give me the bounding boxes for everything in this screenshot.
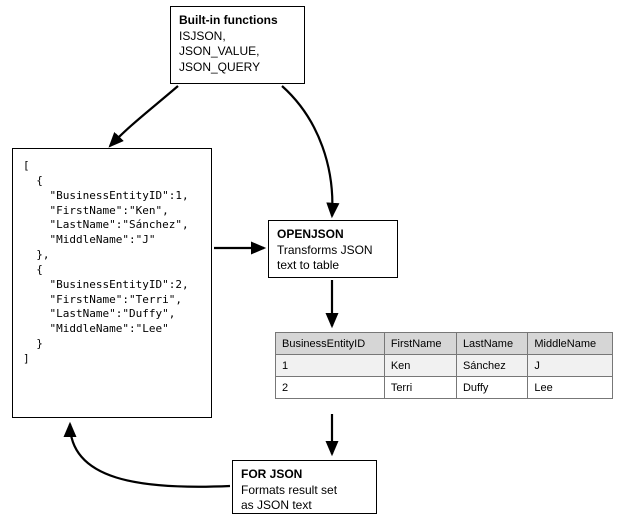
forjson-desc-2: as JSON text [241, 498, 368, 514]
table-row: 2 Terri Duffy Lee [276, 377, 613, 399]
forjson-box: FOR JSON Formats result set as JSON text [232, 460, 377, 514]
cell: Terri [384, 377, 456, 399]
builtin-functions-box: Built-in functions ISJSON, JSON_VALUE, J… [170, 6, 305, 84]
arrow-builtin-to-json [110, 86, 178, 146]
openjson-title: OPENJSON [277, 227, 389, 243]
forjson-title: FOR JSON [241, 467, 368, 483]
builtin-title: Built-in functions [179, 13, 296, 29]
table-header-row: BusinessEntityID FirstName LastName Midd… [276, 333, 613, 355]
openjson-box: OPENJSON Transforms JSON text to table [268, 220, 398, 278]
cell: 1 [276, 355, 385, 377]
col-header-middle-name: MiddleName [528, 333, 613, 355]
cell: J [528, 355, 613, 377]
cell: Sánchez [456, 355, 527, 377]
result-table: BusinessEntityID FirstName LastName Midd… [275, 332, 613, 399]
openjson-desc-1: Transforms JSON [277, 243, 389, 259]
cell: Ken [384, 355, 456, 377]
col-header-last-name: LastName [456, 333, 527, 355]
cell: 2 [276, 377, 385, 399]
builtin-line-1: JSON_VALUE, [179, 44, 296, 60]
table-row: 1 Ken Sánchez J [276, 355, 613, 377]
builtin-line-2: JSON_QUERY [179, 60, 296, 76]
cell: Lee [528, 377, 613, 399]
cell: Duffy [456, 377, 527, 399]
builtin-line-0: ISJSON, [179, 29, 296, 45]
arrow-builtin-to-openjson [282, 86, 332, 216]
col-header-first-name: FirstName [384, 333, 456, 355]
col-header-business-entity-id: BusinessEntityID [276, 333, 385, 355]
openjson-desc-2: text to table [277, 258, 389, 274]
forjson-desc-1: Formats result set [241, 483, 368, 499]
json-text-box: [ { "BusinessEntityID":1, "FirstName":"K… [12, 148, 212, 418]
arrow-forjson-to-json [70, 424, 230, 487]
